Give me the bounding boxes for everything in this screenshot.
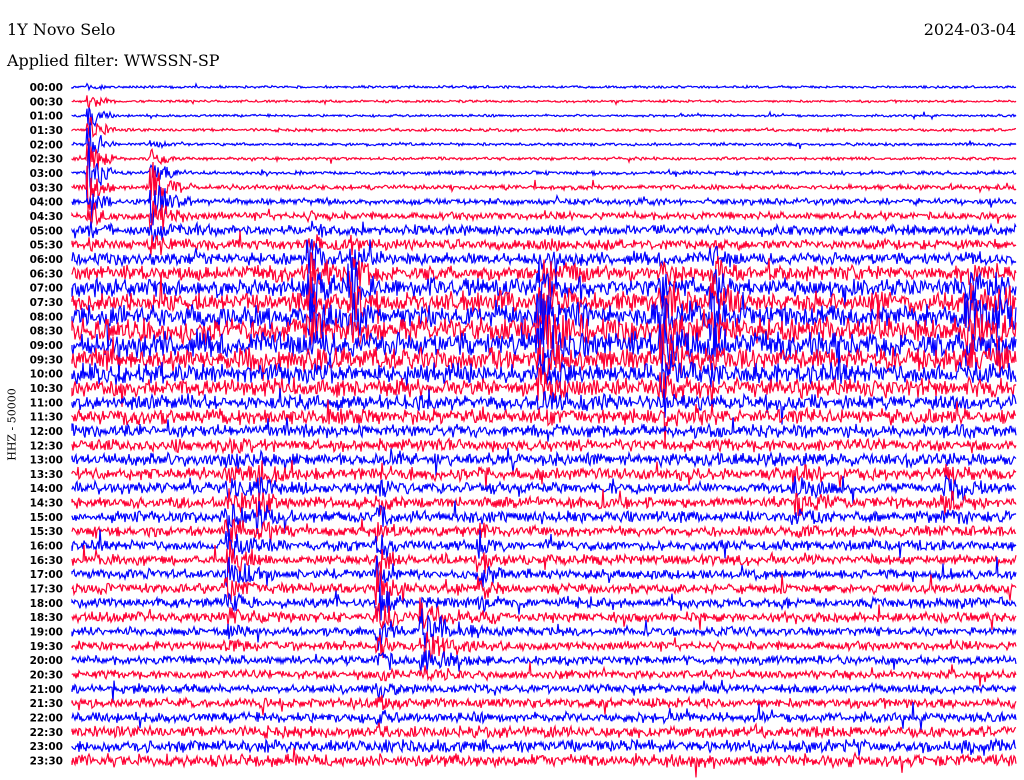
row-time-label: 22:00: [30, 713, 63, 725]
row-time-label: 18:00: [30, 598, 63, 610]
row-time-label: 08:30: [30, 326, 63, 338]
trace-line: [71, 200, 1017, 231]
trace-line: [71, 107, 1017, 128]
row-time-label: 13:30: [30, 469, 63, 481]
row-time-label: 03:00: [30, 168, 63, 180]
row-time-label: 23:00: [30, 741, 63, 753]
row-time-label: 05:00: [30, 225, 63, 237]
trace-line: [71, 747, 1017, 778]
row-time-label: 20:00: [30, 655, 63, 667]
row-time-label: 21:30: [30, 698, 63, 710]
trace-line: [71, 679, 1017, 703]
row-time-label: 18:30: [30, 612, 63, 624]
row-time-label: 10:30: [30, 383, 63, 395]
row-time-label: 13:00: [30, 455, 63, 467]
row-time-label: 00:00: [30, 82, 63, 94]
row-time-label: 06:30: [30, 268, 63, 280]
row-time-label: 07:30: [30, 297, 63, 309]
row-time-label: 02:30: [30, 154, 63, 166]
trace-line: [71, 722, 1017, 740]
row-time-label: 02:00: [30, 139, 63, 151]
row-time-label: 08:00: [30, 311, 63, 323]
trace-line: [71, 95, 1017, 111]
row-time-label: 00:30: [30, 96, 63, 108]
row-time-label: 17:30: [30, 584, 63, 596]
row-time-label: 15:00: [30, 512, 63, 524]
row-time-label: 20:30: [30, 670, 63, 682]
trace-line: [71, 137, 1017, 170]
row-time-label: 21:00: [30, 684, 63, 696]
trace-line: [71, 650, 1017, 673]
trace-line: [71, 184, 1017, 226]
row-time-label: 12:00: [30, 426, 63, 438]
trace-line: [71, 82, 1017, 92]
row-time-label: 12:30: [30, 440, 63, 452]
trace-line: [71, 694, 1017, 716]
trace-line: [71, 230, 1017, 256]
trace-line: [71, 631, 1017, 660]
row-time-label: 16:30: [30, 555, 63, 567]
trace-line: [71, 116, 1017, 139]
row-time-label: 15:30: [30, 526, 63, 538]
row-time-label: 06:00: [30, 254, 63, 266]
trace-line: [71, 399, 1017, 445]
trace-line: [71, 436, 1017, 455]
trace-line: [71, 141, 1017, 202]
trace-line: [71, 122, 1017, 155]
row-time-label: 09:00: [30, 340, 63, 352]
row-time-label: 14:00: [30, 483, 63, 495]
row-time-label: 10:00: [30, 369, 63, 381]
row-time-label: 07:00: [30, 283, 63, 295]
row-time-label: 11:30: [30, 412, 63, 424]
row-time-label: 04:00: [30, 197, 63, 209]
row-time-label: 22:30: [30, 727, 63, 739]
trace-line: [71, 737, 1017, 757]
row-time-label: 16:00: [30, 541, 63, 553]
helicorder-plot: 00:00 00:30 01:00 01:30 02:00 02:30 03:00 03:30…: [30, 82, 1017, 778]
trace-line: [71, 661, 1017, 687]
row-time-label: 01:30: [30, 125, 63, 137]
row-time-label: 03:30: [30, 182, 63, 194]
trace-line: [71, 161, 1017, 211]
row-time-label: 14:30: [30, 498, 63, 510]
row-time-label: 17:00: [30, 569, 63, 581]
row-time-label: 05:30: [30, 240, 63, 252]
row-time-label: 04:30: [30, 211, 63, 223]
row-time-label: 09:30: [30, 354, 63, 366]
trace-line: [71, 417, 1017, 442]
trace-line: [71, 220, 1017, 242]
row-time-label: 19:30: [30, 641, 63, 653]
row-time-label: 01:00: [30, 111, 63, 123]
row-time-label: 19:00: [30, 627, 63, 639]
row-time-label: 11:00: [30, 397, 63, 409]
row-time-label: 23:30: [30, 756, 63, 768]
